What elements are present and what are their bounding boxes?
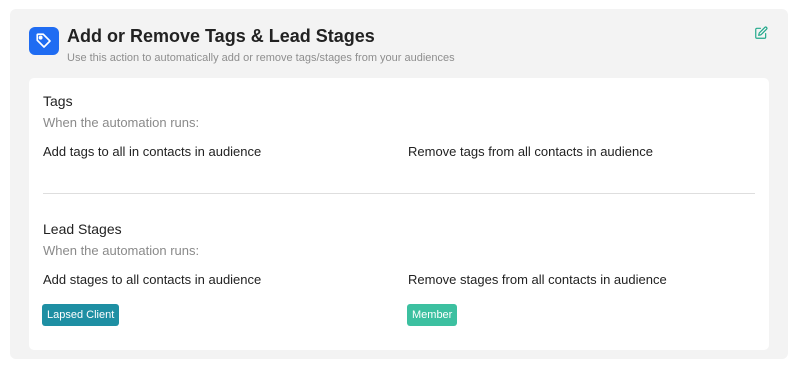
settings-card: Tags When the automation runs: Add tags …: [29, 78, 769, 350]
lead-stages-section-subtitle: When the automation runs:: [43, 243, 200, 258]
tags-section-title: Tags: [43, 93, 73, 109]
section-divider: [43, 193, 755, 194]
tag-icon: [29, 27, 59, 55]
add-tags-label: Add tags to all in contacts in audience: [43, 144, 262, 159]
action-panel: Add or Remove Tags & Lead Stages Use thi…: [10, 9, 788, 359]
panel-subtitle: Use this action to automatically add or …: [67, 52, 455, 64]
edit-icon[interactable]: [754, 26, 770, 42]
panel-title: Add or Remove Tags & Lead Stages: [67, 26, 375, 46]
remove-stage-badge[interactable]: Member: [407, 304, 458, 326]
remove-stages-label: Remove stages from all contacts in audie…: [408, 272, 667, 287]
add-stages-label: Add stages to all contacts in audience: [43, 272, 262, 287]
add-stage-badge[interactable]: Lapsed Client: [42, 304, 120, 326]
remove-tags-label: Remove tags from all contacts in audienc…: [408, 144, 653, 159]
tags-section-subtitle: When the automation runs:: [43, 115, 200, 130]
lead-stages-section-title: Lead Stages: [43, 221, 122, 237]
